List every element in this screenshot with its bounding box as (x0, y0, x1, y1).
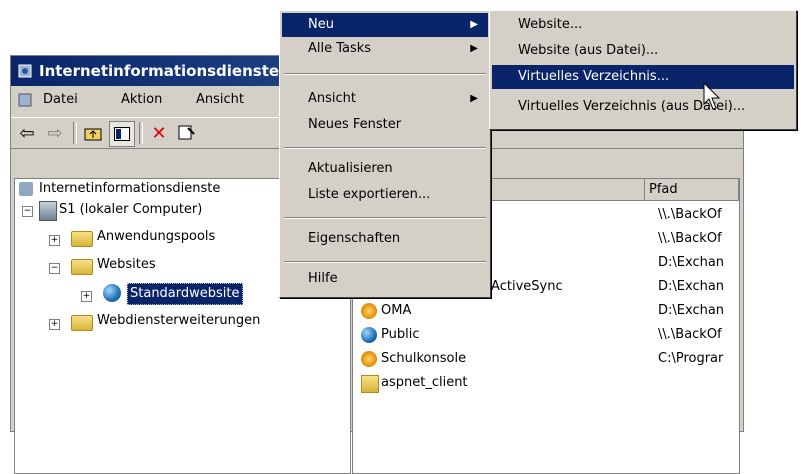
folder-icon (361, 375, 379, 393)
menu-separator (284, 73, 486, 75)
menu-item-virtuelles-verzeichnis-aus-datei[interactable]: Virtuelles Verzeichnis (aus Datei)... (492, 95, 794, 119)
row-path: \\.\BackOf (658, 327, 722, 342)
menu-item-label: Alle Tasks (308, 41, 372, 56)
row-name: Public (381, 327, 420, 342)
list-row[interactable]: Public \\.\BackOf (361, 323, 737, 347)
forward-arrow-icon[interactable]: ⇨ (43, 121, 67, 145)
globe-icon (103, 284, 121, 302)
virtual-dir-icon (361, 303, 377, 319)
submenu-arrow-icon: ▶ (470, 19, 478, 30)
submenu-arrow-icon: ▶ (470, 93, 478, 104)
toolbar-separator (139, 122, 143, 144)
row-path: \\.\BackOf (658, 231, 722, 246)
mouse-cursor-icon (703, 82, 721, 110)
menu-item-label: Neu (308, 17, 334, 32)
row-path: D:\Exchan (658, 255, 725, 270)
row-name: aspnet_client (381, 375, 468, 390)
menu-separator (284, 217, 486, 219)
expand-icon[interactable]: + (49, 319, 60, 330)
folder-icon (71, 231, 93, 247)
expand-icon[interactable]: + (49, 235, 60, 246)
row-name: OMA (381, 303, 412, 318)
menu-separator (284, 261, 486, 263)
menu-item-label: Website (aus Datei)... (518, 43, 659, 58)
menu-item-label: Hilfe (308, 271, 338, 286)
menu-item-label: Website... (518, 17, 583, 32)
menu-item-liste-exportieren[interactable]: Liste exportieren... (282, 183, 488, 207)
menu-datei[interactable]: Datei (43, 92, 78, 107)
menu-item-label: Eigenschaften (308, 231, 401, 246)
menu-separator (284, 147, 486, 149)
menu-item-label: Virtuelles Verzeichnis... (518, 69, 670, 84)
computer-icon (39, 201, 57, 221)
list-row[interactable]: aspnet_client (361, 371, 737, 395)
submenu-arrow-icon: ▶ (470, 43, 478, 54)
menu-item-virtuelles-verzeichnis[interactable]: Virtuelles Verzeichnis... (492, 65, 794, 89)
menu-item-aktualisieren[interactable]: Aktualisieren (282, 157, 488, 181)
list-row[interactable]: Schulkonsole C:\Prograr (361, 347, 737, 371)
tree-item-websites[interactable]: Websites (97, 255, 156, 275)
tree-item-default-website[interactable]: Standardwebsite (127, 283, 243, 305)
list-row[interactable]: OMA D:\Exchan (361, 299, 737, 323)
menu-item-eigenschaften[interactable]: Eigenschaften (282, 227, 488, 251)
column-header-path[interactable]: Pfad (645, 179, 739, 201)
menu-item-alle-tasks[interactable]: Alle Tasks ▶ (282, 37, 488, 61)
tree-root-label[interactable]: Internetinformationsdienste (39, 179, 220, 199)
tree-item-app-pools[interactable]: Anwendungspools (97, 227, 215, 247)
expand-icon[interactable]: + (81, 291, 92, 302)
iis-icon (18, 93, 32, 107)
collapse-icon[interactable]: − (49, 263, 60, 274)
folder-icon (71, 259, 93, 275)
menu-item-website[interactable]: Website... (492, 13, 794, 37)
menu-item-neues-fenster[interactable]: Neues Fenster (282, 113, 488, 137)
menu-item-hilfe[interactable]: Hilfe (282, 267, 488, 291)
globe-icon (361, 327, 377, 343)
up-folder-icon[interactable] (81, 121, 105, 145)
menu-item-ansicht[interactable]: Ansicht ▶ (282, 87, 488, 111)
menu-aktion[interactable]: Aktion (121, 92, 162, 107)
menu-item-label: Aktualisieren (308, 161, 393, 176)
row-path: D:\Exchan (658, 303, 725, 318)
properties-icon[interactable] (175, 121, 199, 145)
tree-item-computer[interactable]: S1 (lokaler Computer) (59, 200, 202, 220)
tree-item-web-extensions[interactable]: Webdiensterweiterungen (97, 311, 260, 331)
menu-item-website-aus-datei[interactable]: Website (aus Datei)... (492, 39, 794, 63)
iis-root-icon (19, 182, 33, 196)
folder-icon (71, 315, 93, 331)
menu-item-neu[interactable]: Neu ▶ (282, 13, 488, 37)
collapse-icon[interactable]: − (22, 206, 33, 217)
row-path: C:\Prograr (658, 351, 724, 366)
row-name: Schulkonsole (381, 351, 467, 366)
submenu-neu: Website... Website (aus Datei)... Virtue… (489, 10, 797, 130)
menu-ansicht[interactable]: Ansicht (196, 92, 244, 107)
row-path: D:\Exchan (658, 279, 725, 294)
context-menu: Neu ▶ Alle Tasks ▶ Ansicht ▶ Neues Fenst… (279, 10, 491, 298)
window-title: Internetinformationsdienste (39, 62, 280, 80)
show-hide-tree-icon[interactable] (109, 121, 135, 147)
menu-item-label: Liste exportieren... (308, 187, 431, 202)
menu-item-label: Ansicht (308, 91, 357, 106)
iis-icon (18, 64, 32, 78)
virtual-dir-icon (361, 351, 377, 367)
row-path: \\.\BackOf (658, 207, 722, 222)
menu-item-label: Neues Fenster (308, 117, 402, 132)
back-arrow-icon[interactable]: ⇦ (15, 121, 39, 145)
delete-icon[interactable]: ✕ (147, 121, 171, 145)
toolbar-separator (73, 122, 77, 144)
